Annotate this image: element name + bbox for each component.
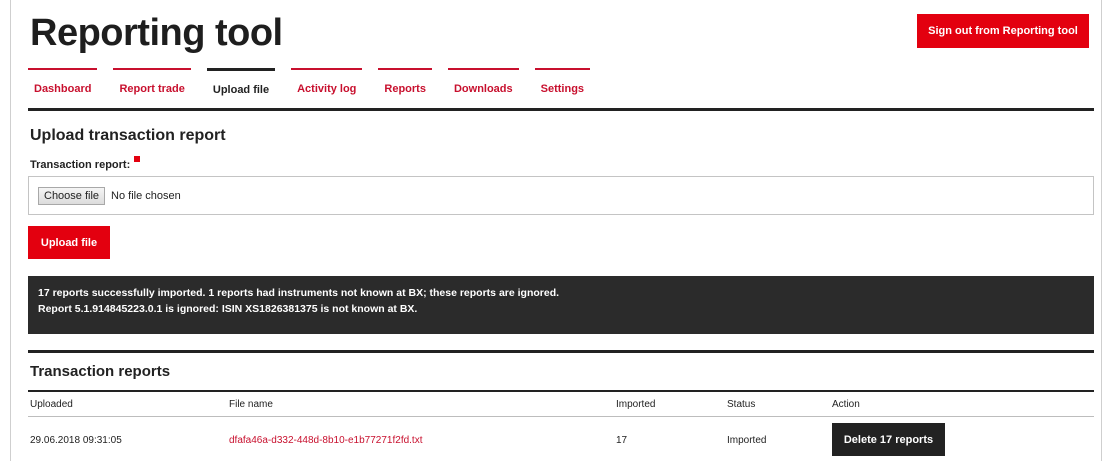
column-header-uploaded: Uploaded bbox=[30, 399, 73, 410]
message-line-1: 17 reports successfully imported. 1 repo… bbox=[38, 287, 560, 299]
upload-heading: Upload transaction report bbox=[30, 127, 226, 144]
delete-reports-button[interactable]: Delete 17 reports bbox=[832, 423, 945, 456]
transaction-reports-heading: Transaction reports bbox=[30, 363, 171, 380]
table-row-divider bbox=[28, 416, 1094, 417]
file-input[interactable]: Choose file No file chosen bbox=[28, 176, 1094, 215]
choose-file-button[interactable]: Choose file bbox=[38, 186, 106, 205]
tab-upload-file[interactable]: Upload file bbox=[206, 68, 276, 108]
page-title: Reporting tool bbox=[30, 12, 283, 54]
column-header-file-name: File name bbox=[229, 399, 273, 410]
message-line-2: Report 5.1.914845223.0.1 is ignored: ISI… bbox=[38, 303, 418, 315]
tab-divider bbox=[28, 108, 1094, 111]
field-label-text: Transaction report: bbox=[30, 159, 131, 171]
column-header-action: Action bbox=[832, 399, 860, 410]
tab-downloads[interactable]: Downloads bbox=[447, 68, 519, 108]
file-status-text: No file chosen bbox=[111, 189, 181, 202]
tab-bar: Dashboard Report trade Upload file Activ… bbox=[28, 68, 606, 110]
cell-imported: 17 bbox=[616, 435, 628, 446]
cell-uploaded: 29.06.2018 09:31:05 bbox=[30, 435, 122, 446]
import-result-message: 17 reports successfully imported. 1 repo… bbox=[28, 276, 1094, 334]
tab-activity-log[interactable]: Activity log bbox=[291, 68, 363, 108]
column-header-imported: Imported bbox=[616, 399, 656, 410]
tab-report-trade[interactable]: Report trade bbox=[113, 68, 191, 108]
tab-reports[interactable]: Reports bbox=[378, 68, 432, 108]
tab-dashboard[interactable]: Dashboard bbox=[28, 68, 98, 108]
upload-file-button[interactable]: Upload file bbox=[28, 226, 110, 259]
tab-settings[interactable]: Settings bbox=[534, 68, 591, 108]
table-header-divider bbox=[28, 390, 1094, 392]
file-name-link[interactable]: dfafa46a-d332-448d-8b10-e1b77271f2fd.txt bbox=[229, 435, 423, 446]
column-header-status: Status bbox=[727, 399, 756, 410]
section-divider bbox=[28, 350, 1094, 353]
cell-status: Imported bbox=[727, 435, 767, 446]
sign-out-button[interactable]: Sign out from Reporting tool bbox=[917, 14, 1089, 48]
required-marker-icon bbox=[134, 156, 141, 162]
transaction-report-label: Transaction report: bbox=[30, 156, 141, 171]
